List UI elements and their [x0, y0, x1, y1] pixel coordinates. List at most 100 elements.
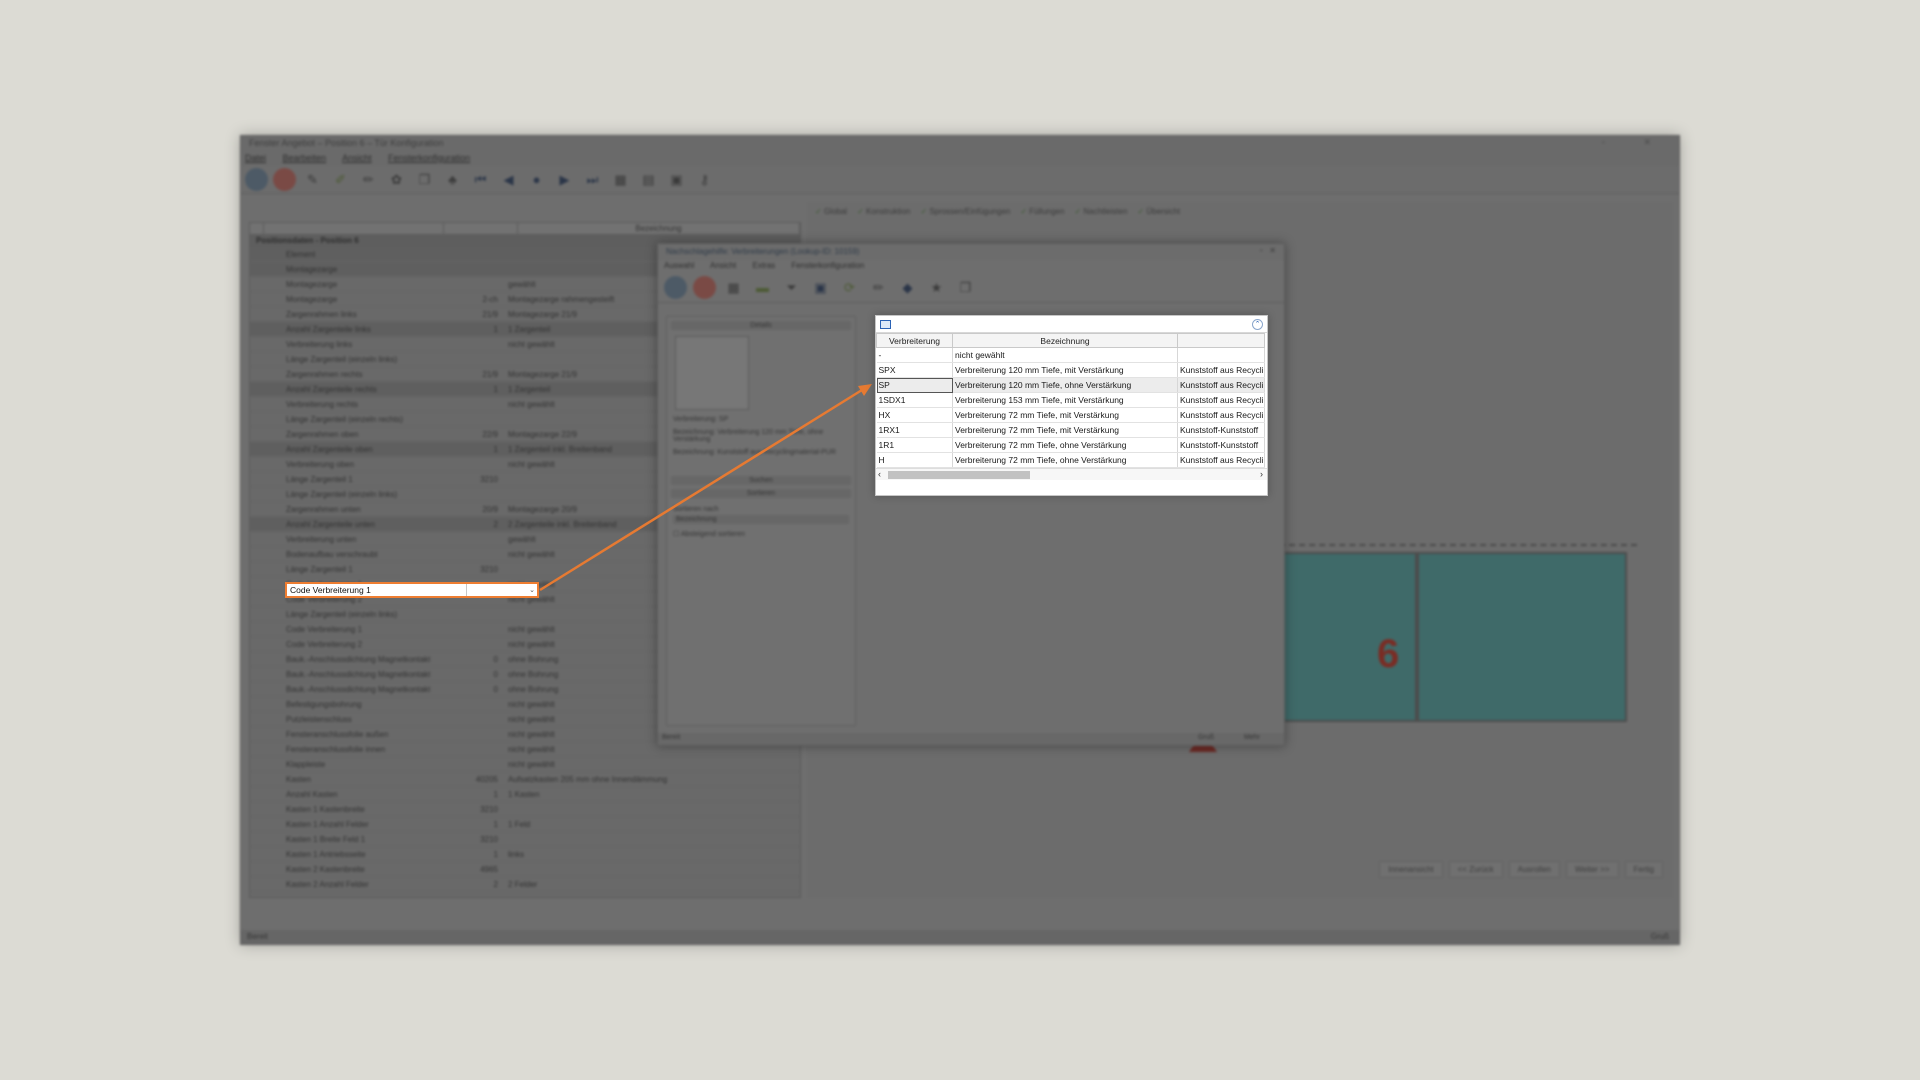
- next-button[interactable]: Weiter >>: [1566, 861, 1619, 878]
- property-row[interactable]: Kasten 1 Antriebsseite 1 links: [250, 847, 800, 862]
- sort-field-select[interactable]: Bezeichnung: [673, 515, 849, 524]
- menu-view[interactable]: Ansicht: [342, 153, 372, 163]
- cell-material[interactable]: Kunststoff-Kunststoff: [1177, 437, 1265, 453]
- table-row[interactable]: HX Verbreiterung 72 mm Tiefe, mit Verstär…: [876, 407, 1265, 423]
- sort-descending-checkbox[interactable]: ☐ Absteigend sortieren: [673, 530, 849, 538]
- key-icon[interactable]: ⚷: [693, 168, 716, 191]
- cancel-icon[interactable]: [273, 168, 296, 191]
- column-header-code[interactable]: Verbreiterung: [876, 333, 953, 348]
- horizontal-scrollbar[interactable]: ‹ ›: [876, 468, 1267, 480]
- property-row[interactable]: Klappleiste nicht gewählt: [250, 757, 800, 772]
- property-row[interactable]: Kasten 2 Kastenbreite 4965: [250, 862, 800, 877]
- refresh-icon[interactable]: ⟳: [838, 276, 861, 299]
- column-header-material[interactable]: [1177, 333, 1265, 348]
- next-record-icon[interactable]: ▶: [553, 168, 576, 191]
- cell-material[interactable]: Kunststoff aus Recyclin: [1177, 392, 1265, 408]
- cell-material[interactable]: Kunststoff aus Recyclin: [1177, 452, 1265, 468]
- sort-section[interactable]: Sortieren: [671, 489, 851, 498]
- cell-code[interactable]: SP: [876, 377, 953, 393]
- edit-icon[interactable]: ✏: [867, 276, 890, 299]
- table-row[interactable]: 1SDX1 Verbreiterung 153 mm Tiefe, mit Ver…: [876, 392, 1265, 408]
- cell-code[interactable]: 1R1: [876, 437, 953, 453]
- copy-icon[interactable]: ❐: [413, 168, 436, 191]
- cell-material[interactable]: Kunststoff aus Recyclin: [1177, 377, 1265, 393]
- property-row[interactable]: Kasten 40205 Aufsatzkasten 205 mm ohne Inn…: [250, 772, 800, 787]
- grid-icon[interactable]: ▦: [609, 168, 632, 191]
- cell-code[interactable]: -: [876, 347, 953, 363]
- shape-icon[interactable]: ◆: [896, 276, 919, 299]
- table-row[interactable]: - nicht gewählt: [876, 347, 1265, 363]
- ok-icon[interactable]: [245, 168, 268, 191]
- star-icon[interactable]: ★: [925, 276, 948, 299]
- current-record-icon[interactable]: ●: [525, 168, 548, 191]
- property-row[interactable]: Kasten 1 Kastenbreite 3210: [250, 802, 800, 817]
- dialog-menu-extras[interactable]: Extras: [753, 261, 776, 270]
- roll-out-button[interactable]: Ausrollen: [1508, 861, 1560, 878]
- table-row[interactable]: 1R1 Verbreiterung 72 mm Tiefe, ohne Verst…: [876, 437, 1265, 453]
- table-row[interactable]: H Verbreiterung 72 mm Tiefe, ohne Verstär…: [876, 452, 1265, 468]
- collapse-icon[interactable]: ⌃: [1252, 319, 1263, 330]
- table-row[interactable]: SPX Verbreiterung 120 mm Tiefe, mit Verst…: [876, 362, 1265, 378]
- image-icon[interactable]: ▬: [751, 276, 774, 299]
- search-section[interactable]: Suchen: [671, 476, 851, 485]
- column-header-description[interactable]: Bezeichnung: [952, 333, 1178, 348]
- cell-code[interactable]: HX: [876, 407, 953, 423]
- back-button[interactable]: << Zurück: [1448, 861, 1503, 878]
- code-verbreiterung-field[interactable]: Code Verbreiterung 1 ⌄: [285, 582, 539, 598]
- first-record-icon[interactable]: ⏮: [469, 168, 492, 191]
- cell-description[interactable]: nicht gewählt: [952, 347, 1178, 363]
- cancel-icon[interactable]: [693, 276, 716, 299]
- save-icon[interactable]: ▣: [809, 276, 832, 299]
- dialog-menu-window-config[interactable]: Fensterkonfiguration: [791, 261, 864, 270]
- tree-icon[interactable]: ♣: [441, 168, 464, 191]
- ok-icon[interactable]: [664, 276, 687, 299]
- tools-icon[interactable]: ✎: [301, 168, 324, 191]
- dropdown-arrow-icon[interactable]: ⌄: [467, 586, 537, 594]
- cell-code[interactable]: 1SDX1: [876, 392, 953, 408]
- property-row[interactable]: Anzahl Kasten 1 1 Kasten: [250, 787, 800, 802]
- tab-strips[interactable]: Nachtleisten: [1074, 207, 1127, 216]
- cell-description[interactable]: Verbreiterung 120 mm Tiefe, ohne Verstär…: [952, 377, 1178, 393]
- dialog-menu-view[interactable]: Ansicht: [710, 261, 736, 270]
- finish-button[interactable]: Fertig: [1624, 861, 1663, 878]
- scrollbar-thumb[interactable]: [888, 471, 1030, 479]
- cell-description[interactable]: Verbreiterung 153 mm Tiefe, mit Verstärk…: [952, 392, 1178, 408]
- scroll-right-icon[interactable]: ›: [1260, 469, 1263, 479]
- filter-icon[interactable]: ⏷: [780, 276, 803, 299]
- dialog-menu-selection[interactable]: Auswahl: [664, 261, 694, 270]
- grid-icon[interactable]: [880, 320, 891, 329]
- previous-record-icon[interactable]: ◀: [497, 168, 520, 191]
- property-row[interactable]: Kasten 2 Anzahl Felder 2 2 Felder: [250, 877, 800, 892]
- cell-material[interactable]: Kunststoff aus Recyclin: [1177, 407, 1265, 423]
- cell-code[interactable]: H: [876, 452, 953, 468]
- layout-icon[interactable]: ▤: [637, 168, 660, 191]
- inner-view-button[interactable]: Innenansicht: [1379, 861, 1443, 878]
- cell-description[interactable]: Verbreiterung 120 mm Tiefe, mit Verstärk…: [952, 362, 1178, 378]
- cell-description[interactable]: Verbreiterung 72 mm Tiefe, ohne Verstärk…: [952, 437, 1178, 453]
- property-row[interactable]: Kasten 1 Breite Feld 1 3210: [250, 832, 800, 847]
- tab-fillings[interactable]: Füllungen: [1020, 207, 1064, 216]
- cell-material[interactable]: Kunststoff aus Recyclin: [1177, 362, 1265, 378]
- cell-material[interactable]: Kunststoff-Kunststoff: [1177, 422, 1265, 438]
- table-row[interactable]: 1RX1 Verbreiterung 72 mm Tiefe, mit Verst…: [876, 422, 1265, 438]
- cell-description[interactable]: Verbreiterung 72 mm Tiefe, ohne Verstärk…: [952, 452, 1178, 468]
- menu-file[interactable]: Datei: [245, 153, 266, 163]
- pencil-icon[interactable]: ✐: [329, 168, 352, 191]
- menu-edit[interactable]: Bearbeiten: [283, 153, 327, 163]
- window-controls[interactable]: ▫ ✕: [1602, 137, 1669, 148]
- cell-description[interactable]: Verbreiterung 72 mm Tiefe, mit Verstärku…: [952, 407, 1178, 423]
- palette-icon[interactable]: ✿: [385, 168, 408, 191]
- edit-icon[interactable]: ✏: [357, 168, 380, 191]
- cell-description[interactable]: Verbreiterung 72 mm Tiefe, mit Verstärku…: [952, 422, 1178, 438]
- document-icon[interactable]: ❐: [954, 276, 977, 299]
- cell-code[interactable]: SPX: [876, 362, 953, 378]
- tab-construction[interactable]: Konstruktion: [857, 207, 910, 216]
- property-row[interactable]: Kasten 1 Anzahl Felder 1 1 Feld: [250, 817, 800, 832]
- window-icon[interactable]: ▣: [665, 168, 688, 191]
- last-record-icon[interactable]: ⏭: [581, 168, 604, 191]
- table-row[interactable]: SP Verbreiterung 120 mm Tiefe, ohne Verst…: [876, 377, 1265, 393]
- tab-global[interactable]: Global: [815, 207, 847, 216]
- table-icon[interactable]: ▦: [722, 276, 745, 299]
- tab-overview[interactable]: Übersicht: [1137, 207, 1180, 216]
- close-icon[interactable]: ▫ ✕: [1260, 246, 1276, 255]
